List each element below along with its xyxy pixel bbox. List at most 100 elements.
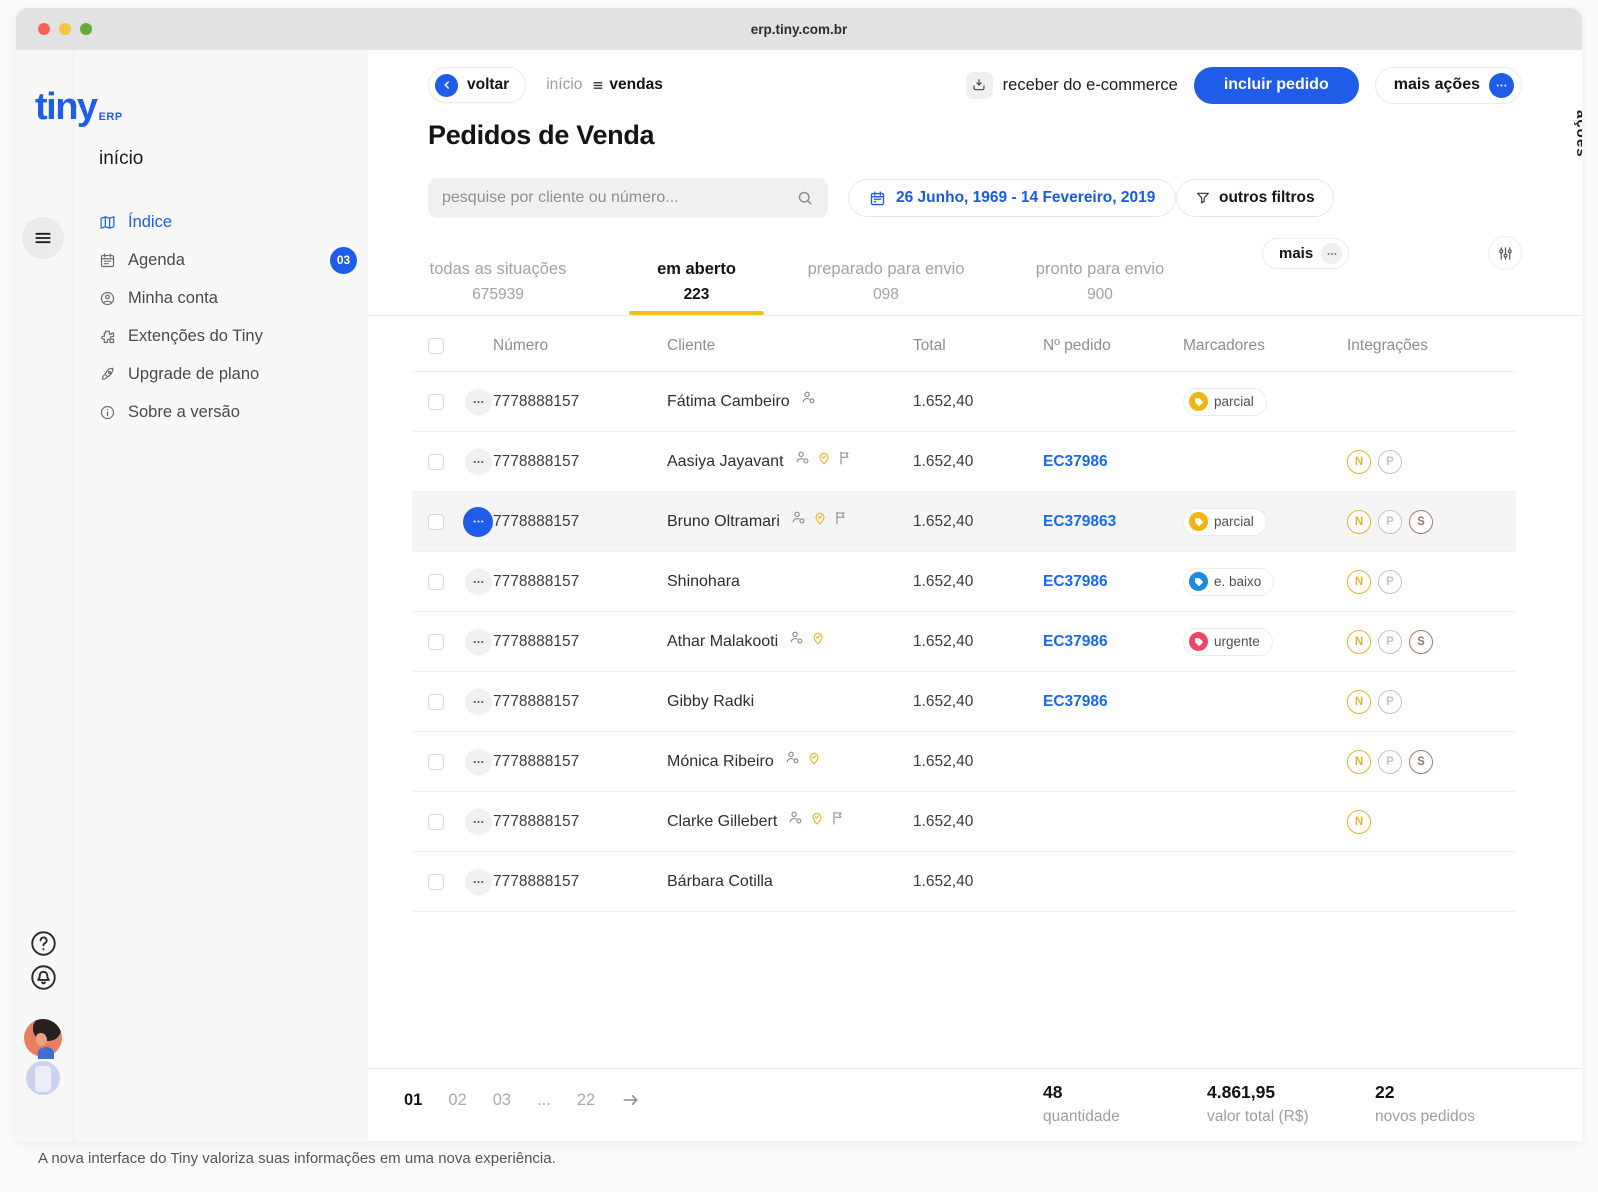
back-button[interactable]: voltar (428, 67, 526, 103)
integration-badge-s[interactable]: S (1409, 750, 1433, 774)
order-id-link[interactable]: EC379863 (1043, 513, 1116, 531)
integration-badge-p[interactable]: P (1378, 450, 1402, 474)
marker-badge[interactable]: parcial (1183, 508, 1267, 536)
sidebar-item-agenda[interactable]: Agenda 03 (99, 241, 357, 279)
include-order-button[interactable]: incluir pedido (1194, 67, 1359, 104)
marker-badge[interactable]: urgente (1183, 628, 1273, 656)
row-actions-button[interactable] (465, 568, 492, 595)
tab-todas-as-situacoes[interactable]: todas as situações 675939 (428, 260, 568, 304)
next-page-button[interactable] (621, 1090, 641, 1110)
marker-badge[interactable]: e. baixo (1183, 568, 1274, 596)
integration-badge-p[interactable]: P (1378, 750, 1402, 774)
tab-label: todas as situações (428, 260, 568, 279)
order-id-link[interactable]: EC37986 (1043, 453, 1108, 471)
row-checkbox[interactable] (428, 694, 444, 710)
row-actions-button[interactable] (465, 868, 492, 895)
sidebar-item-upgrade[interactable]: Upgrade de plano (99, 355, 357, 393)
integration-badge-n[interactable]: N (1347, 450, 1371, 474)
order-id-link[interactable]: EC37986 (1043, 693, 1108, 711)
page-button-01[interactable]: 01 (404, 1091, 422, 1110)
integration-badge-n[interactable]: N (1347, 510, 1371, 534)
user-avatar[interactable] (24, 1019, 64, 1097)
pin-check-icon (809, 810, 825, 826)
page-title: Pedidos de Venda (428, 120, 654, 151)
integration-badge-p[interactable]: P (1378, 510, 1402, 534)
stat-value: 4.861,95 (1207, 1082, 1309, 1103)
search-icon[interactable] (796, 189, 814, 207)
integration-badge-n[interactable]: N (1347, 810, 1371, 834)
page-button-22[interactable]: 22 (577, 1091, 595, 1110)
integration-badge-p[interactable]: P (1378, 690, 1402, 714)
row-actions-button[interactable] (465, 748, 492, 775)
tab-preparado-para-envio[interactable]: preparado para envio 098 (806, 260, 966, 304)
marker-badge[interactable]: parcial (1183, 388, 1267, 416)
table-row[interactable]: 7778888157Shinohara1.652,40EC37986e. bai… (412, 552, 1516, 612)
table-row[interactable]: 7778888157Athar Malakooti1.652,40EC37986… (412, 612, 1516, 672)
hamburger-menu-button[interactable] (22, 217, 64, 259)
tab-count: 675939 (428, 286, 568, 304)
integration-badge-s[interactable]: S (1409, 630, 1433, 654)
client-icons (800, 389, 817, 406)
sidebar-item-indice[interactable]: Índice (99, 203, 357, 241)
other-filters-button[interactable]: outros filtros (1176, 179, 1334, 217)
person-icon (787, 809, 804, 826)
row-checkbox[interactable] (428, 514, 444, 530)
row-actions-button[interactable] (465, 388, 492, 415)
integration-badge-n[interactable]: N (1347, 750, 1371, 774)
breadcrumb-vendas[interactable]: vendas (592, 76, 662, 94)
row-checkbox[interactable] (428, 454, 444, 470)
client-cell: Shinohara (667, 573, 740, 591)
row-actions-button[interactable] (465, 448, 492, 475)
user-icon (99, 290, 116, 307)
order-id-link[interactable]: EC37986 (1043, 573, 1108, 591)
tiny-logo[interactable]: tiny ERP (35, 88, 123, 126)
sidebar-item-minha-conta[interactable]: Minha conta (99, 279, 357, 317)
order-total: 1.652,40 (913, 513, 973, 531)
table-row[interactable]: 7778888157Clarke Gillebert1.652,40N (412, 792, 1516, 852)
table-row[interactable]: 7778888157Bruno Oltramari1.652,40EC37986… (412, 492, 1516, 552)
row-actions-button[interactable] (465, 808, 492, 835)
help-button[interactable] (28, 928, 58, 958)
table-row[interactable]: 7778888157Bárbara Cotilla1.652,40 (412, 852, 1516, 912)
tab-label: preparado para envio (806, 260, 966, 279)
row-checkbox[interactable] (428, 754, 444, 770)
page-button-02[interactable]: 02 (448, 1091, 466, 1110)
integration-badge-n[interactable]: N (1347, 570, 1371, 594)
row-actions-button[interactable] (463, 507, 493, 537)
client-cell: Aasiya Jayavant (667, 453, 853, 471)
receive-ecommerce-button[interactable]: receber do e-commerce (966, 72, 1178, 99)
integration-badge-s[interactable]: S (1409, 510, 1433, 534)
tab-pronto-para-envio[interactable]: pronto para envio 900 (1020, 260, 1180, 304)
logo-word: tiny (35, 88, 97, 126)
integration-badge-p[interactable]: P (1378, 630, 1402, 654)
more-actions-button[interactable]: mais ações (1375, 67, 1522, 104)
integration-badge-n[interactable]: N (1347, 690, 1371, 714)
row-actions-button[interactable] (465, 688, 492, 715)
row-checkbox[interactable] (428, 574, 444, 590)
table-row[interactable]: 7778888157Aasiya Jayavant1.652,40EC37986… (412, 432, 1516, 492)
table-row[interactable]: 7778888157Gibby Radki1.652,40EC37986NP (412, 672, 1516, 732)
integrations-cell: NPS (1347, 630, 1433, 654)
sidebar-item-sobre[interactable]: Sobre a versão (99, 393, 357, 431)
integrations-cell: NPS (1347, 510, 1433, 534)
sidebar-item-extencoes[interactable]: Extenções do Tiny (99, 317, 357, 355)
row-checkbox[interactable] (428, 394, 444, 410)
date-range-button[interactable]: 26 Junho, 1969 - 14 Fevereiro, 2019 (848, 179, 1176, 217)
table-row[interactable]: 7778888157Fátima Cambeiro1.652,40parcial (412, 372, 1516, 432)
order-id-link[interactable]: EC37986 (1043, 633, 1108, 651)
search-input[interactable] (442, 189, 796, 207)
row-checkbox[interactable] (428, 874, 444, 890)
address-bar[interactable]: erp.tiny.com.br (16, 22, 1582, 37)
row-checkbox[interactable] (428, 634, 444, 650)
breadcrumb-inicio[interactable]: início (546, 76, 582, 94)
table-row[interactable]: 7778888157Mónica Ribeiro1.652,40NPS (412, 732, 1516, 792)
integration-badge-n[interactable]: N (1347, 630, 1371, 654)
page-button-03[interactable]: 03 (493, 1091, 511, 1110)
integration-badge-p[interactable]: P (1378, 570, 1402, 594)
order-total: 1.652,40 (913, 873, 973, 891)
breadcrumb: início vendas (546, 76, 663, 94)
row-checkbox[interactable] (428, 814, 444, 830)
notifications-button[interactable] (28, 962, 58, 992)
row-actions-button[interactable] (465, 628, 492, 655)
tab-em-aberto[interactable]: em aberto 223 (629, 260, 764, 304)
